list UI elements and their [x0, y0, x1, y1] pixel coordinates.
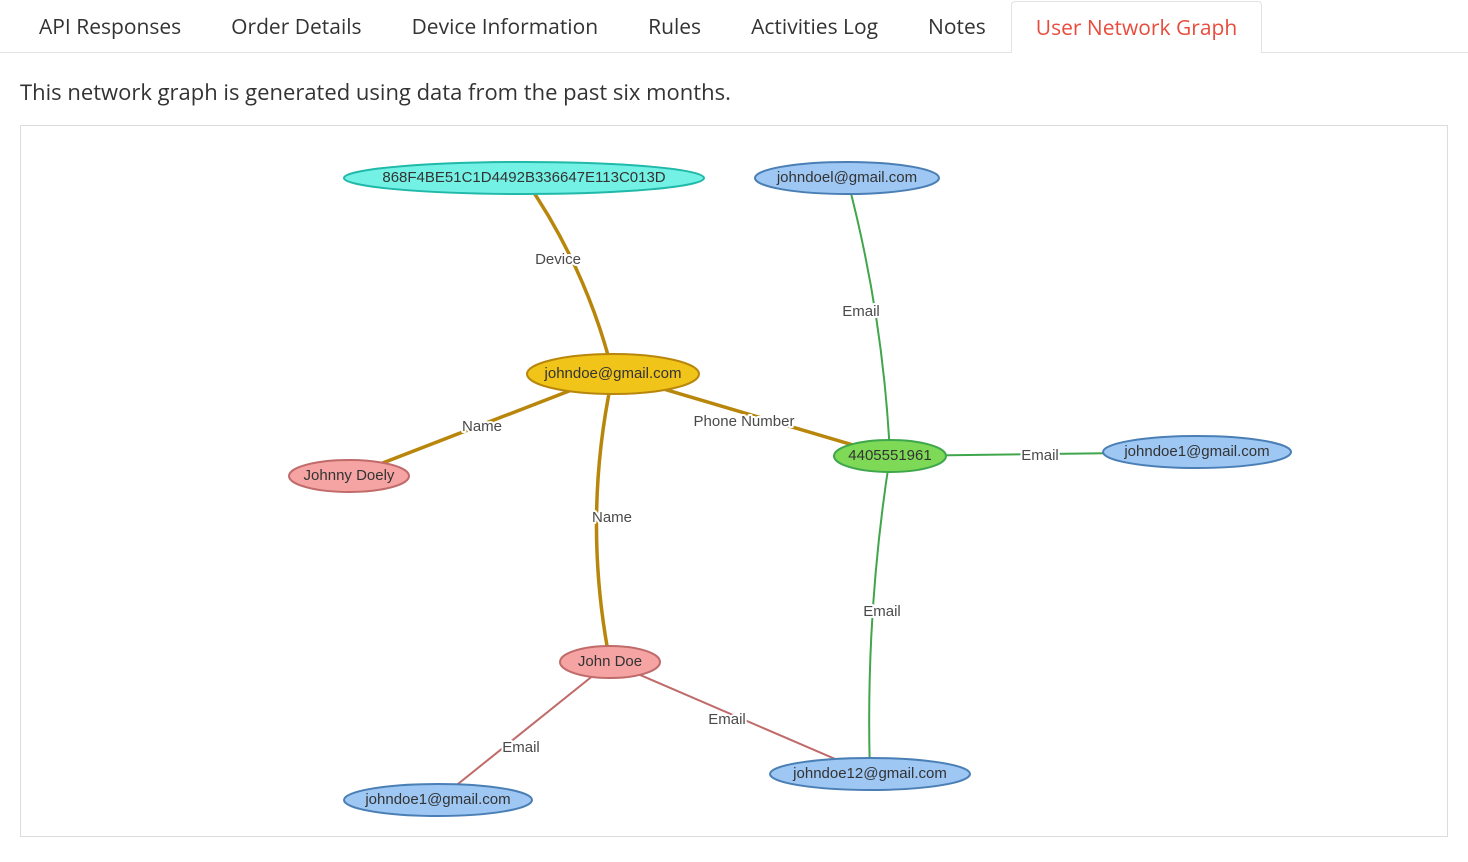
node-johndoe[interactable]: John Doe [560, 646, 660, 678]
tab-api-responses[interactable]: API Responses [14, 0, 206, 52]
edge-label-johndoe-johndoe1b: Email [502, 739, 540, 756]
edge-label-phone-johndoel: Email [842, 303, 880, 320]
tab-bar: API ResponsesOrder DetailsDevice Informa… [0, 0, 1468, 53]
edge-label-center-phone: Phone Number [694, 413, 795, 430]
tab-order-details[interactable]: Order Details [206, 0, 386, 52]
edge-label-center-device1: Device [535, 251, 581, 268]
edge-label-johndoe-johndoe12: Email [708, 711, 746, 728]
node-johndoe1b[interactable]: johndoe1@gmail.com [344, 784, 532, 816]
network-graph-container: Device Name Name Phone Number Email Email Emai… [20, 125, 1448, 837]
node-label-phone: 4405551961 [848, 447, 931, 464]
node-label-johndoe: John Doe [578, 653, 642, 670]
tab-notes[interactable]: Notes [903, 0, 1011, 52]
node-label-johndoe12: johndoe12@gmail.com [792, 765, 947, 782]
node-label-johndoe1b: johndoe1@gmail.com [364, 791, 510, 808]
edge-label-phone-johndoe12: Email [863, 603, 901, 620]
node-johndoe1r[interactable]: johndoe1@gmail.com [1103, 436, 1291, 468]
node-label-device1: 868F4BE51C1D4492B336647E113C013D [382, 169, 665, 186]
node-johndoe12[interactable]: johndoe12@gmail.com [770, 758, 970, 790]
edge-label-center-johndoe: Name [592, 509, 632, 526]
tab-rules[interactable]: Rules [623, 0, 726, 52]
node-johnnydoely[interactable]: Johnny Doely [289, 460, 409, 492]
node-label-johndoe1r: johndoe1@gmail.com [1123, 443, 1269, 460]
edge-center-device1[interactable] [524, 178, 613, 374]
edge-label-phone-johndoe1r: Email [1021, 447, 1059, 464]
edge-label-center-johnnydoely: Name [462, 418, 502, 435]
tab-activities-log[interactable]: Activities Log [726, 0, 903, 52]
node-phone[interactable]: 4405551961 [834, 440, 946, 472]
edge-johndoe-johndoe1b[interactable] [438, 662, 610, 800]
node-label-center: johndoe@gmail.com [544, 365, 682, 382]
node-center[interactable]: johndoe@gmail.com [527, 354, 699, 394]
node-device1[interactable]: 868F4BE51C1D4492B336647E113C013D [344, 162, 704, 194]
node-label-johnnydoely: Johnny Doely [304, 467, 395, 484]
graph-description: This network graph is generated using da… [0, 53, 1468, 125]
node-johndoel[interactable]: johndoel@gmail.com [755, 162, 939, 194]
network-graph[interactable]: Device Name Name Phone Number Email Email Emai… [21, 126, 1447, 836]
tab-user-network-graph[interactable]: User Network Graph [1011, 1, 1262, 53]
tab-device-information[interactable]: Device Information [387, 0, 624, 52]
node-label-johndoel: johndoel@gmail.com [776, 169, 917, 186]
